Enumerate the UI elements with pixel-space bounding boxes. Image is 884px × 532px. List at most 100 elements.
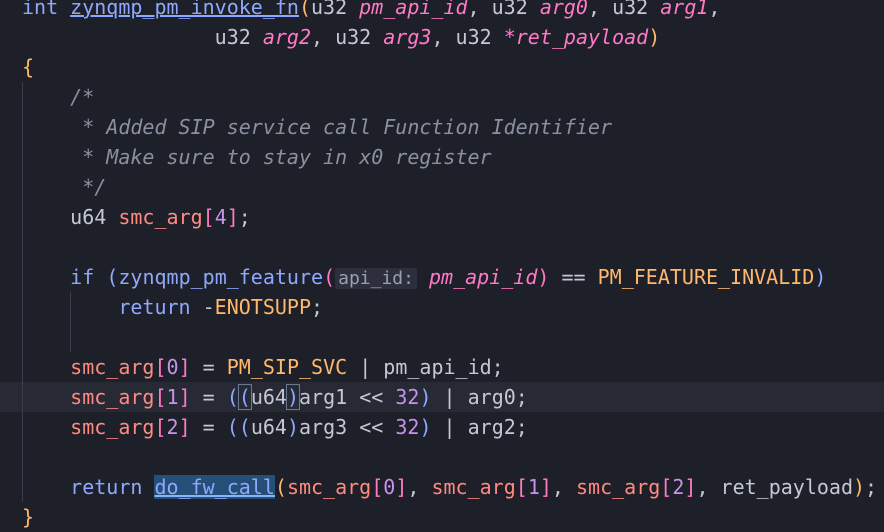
- code-token: ,: [696, 475, 721, 499]
- code-text: */: [22, 172, 106, 202]
- code-token: |: [431, 385, 468, 409]
- code-token: [: [515, 475, 528, 499]
- indent-guide: [22, 232, 23, 262]
- code-text: * Make sure to stay in x0 register: [22, 142, 491, 172]
- code-text: /*: [22, 82, 94, 112]
- code-line[interactable]: u64 smc_arg[4];: [0, 202, 884, 232]
- code-token: u32: [455, 25, 492, 49]
- code-token: (: [323, 265, 336, 289]
- code-token: (: [106, 265, 119, 289]
- code-token: ((: [226, 415, 251, 439]
- code-token: ]: [395, 475, 408, 499]
- code-token: {: [22, 55, 35, 79]
- code-line[interactable]: smc_arg[0] = PM_SIP_SVC | pm_api_id;: [0, 352, 884, 382]
- code-line[interactable]: }: [0, 502, 884, 532]
- code-line[interactable]: {: [0, 52, 884, 82]
- code-token: ): [419, 385, 432, 409]
- code-line[interactable]: [0, 322, 884, 352]
- code-line[interactable]: smc_arg[1] = ((u64)arg1 << 32) | arg0;: [0, 382, 884, 412]
- indent-guide: [22, 442, 23, 472]
- code-token: arg2: [467, 415, 516, 439]
- code-line[interactable]: if (zynqmp_pm_feature(api_id: pm_api_id)…: [0, 262, 884, 292]
- code-text: smc_arg[2] = ((u64)arg3 << 32) | arg2;: [22, 412, 528, 442]
- code-text: int zynqmp_pm_invoke_fn(u32 pm_api_id, u…: [22, 0, 720, 22]
- code-token: 32: [395, 415, 420, 439]
- code-token: 2: [672, 475, 685, 499]
- code-line[interactable]: */: [0, 172, 884, 202]
- indent-guide: [70, 322, 71, 352]
- code-editor[interactable]: int zynqmp_pm_invoke_fn(u32 pm_api_id, u…: [0, 0, 884, 530]
- code-line[interactable]: * Make sure to stay in x0 register: [0, 142, 884, 172]
- code-token: smc_arg: [431, 475, 516, 499]
- code-token: ,: [708, 0, 721, 19]
- code-line[interactable]: [0, 232, 884, 262]
- code-token: u64: [250, 415, 287, 439]
- code-token: [: [371, 475, 384, 499]
- code-token: ,: [587, 0, 613, 19]
- code-token: smc_arg: [70, 385, 155, 409]
- code-token: */: [22, 175, 107, 199]
- code-line[interactable]: * Added SIP service call Function Identi…: [0, 112, 884, 142]
- code-token: ;: [238, 205, 251, 229]
- code-text: smc_arg[0] = PM_SIP_SVC | pm_api_id;: [22, 352, 504, 382]
- code-text: {: [22, 52, 34, 82]
- code-token: u32: [491, 0, 528, 19]
- code-token: =: [190, 355, 227, 379]
- code-token: =: [190, 385, 227, 409]
- code-token: [: [202, 205, 215, 229]
- code-token: u64: [70, 205, 107, 229]
- code-line[interactable]: return -ENOTSUPP;: [0, 292, 884, 322]
- code-token: ): [852, 475, 866, 499]
- code-token: ,: [311, 25, 336, 49]
- code-line[interactable]: u32 arg2, u32 arg3, u32 *ret_payload): [0, 22, 884, 52]
- code-text: u64 smc_arg[4];: [22, 202, 251, 232]
- code-token: arg2: [262, 25, 311, 49]
- code-token: * Added SIP service call Function Identi…: [22, 115, 613, 139]
- code-token: ): [537, 265, 550, 289]
- code-token: pm_api_id: [429, 265, 538, 289]
- code-token: ;: [865, 475, 878, 499]
- code-token: <<: [347, 415, 396, 439]
- code-token: 1: [166, 385, 179, 409]
- code-text: return do_fw_call(smc_arg[0], smc_arg[1]…: [22, 472, 877, 502]
- code-token: ==: [549, 265, 598, 289]
- code-line[interactable]: return do_fw_call(smc_arg[0], smc_arg[1]…: [0, 472, 884, 502]
- code-token: (: [298, 0, 311, 19]
- code-token: return: [118, 295, 191, 319]
- code-token: }: [22, 505, 35, 529]
- code-token: arg3: [299, 415, 348, 439]
- code-token: ;: [515, 385, 528, 409]
- code-line[interactable]: /*: [0, 82, 884, 112]
- code-token: u32: [335, 25, 372, 49]
- code-token: smc_arg: [70, 355, 155, 379]
- code-token: smc_arg: [118, 205, 203, 229]
- code-line[interactable]: [0, 442, 884, 472]
- code-token: 1: [527, 475, 540, 499]
- code-token: ]: [684, 475, 697, 499]
- code-token: [: [154, 355, 167, 379]
- code-token: ]: [539, 475, 552, 499]
- code-token: zynqmp_pm_invoke_fn: [70, 0, 299, 19]
- code-text: if (zynqmp_pm_feature(api_id: pm_api_id)…: [22, 262, 826, 294]
- code-text: u32 arg2, u32 arg3, u32 *ret_payload): [22, 22, 661, 52]
- inlay-hint: api_id:: [335, 268, 417, 289]
- code-token: |: [347, 355, 384, 379]
- code-line[interactable]: int zynqmp_pm_invoke_fn(u32 pm_api_id, u…: [0, 0, 884, 22]
- code-token: ]: [178, 355, 191, 379]
- code-token: ;: [311, 295, 324, 319]
- code-token: -: [202, 295, 215, 319]
- code-token: /*: [22, 85, 95, 109]
- code-line[interactable]: smc_arg[2] = ((u64)arg3 << 32) | arg2;: [0, 412, 884, 442]
